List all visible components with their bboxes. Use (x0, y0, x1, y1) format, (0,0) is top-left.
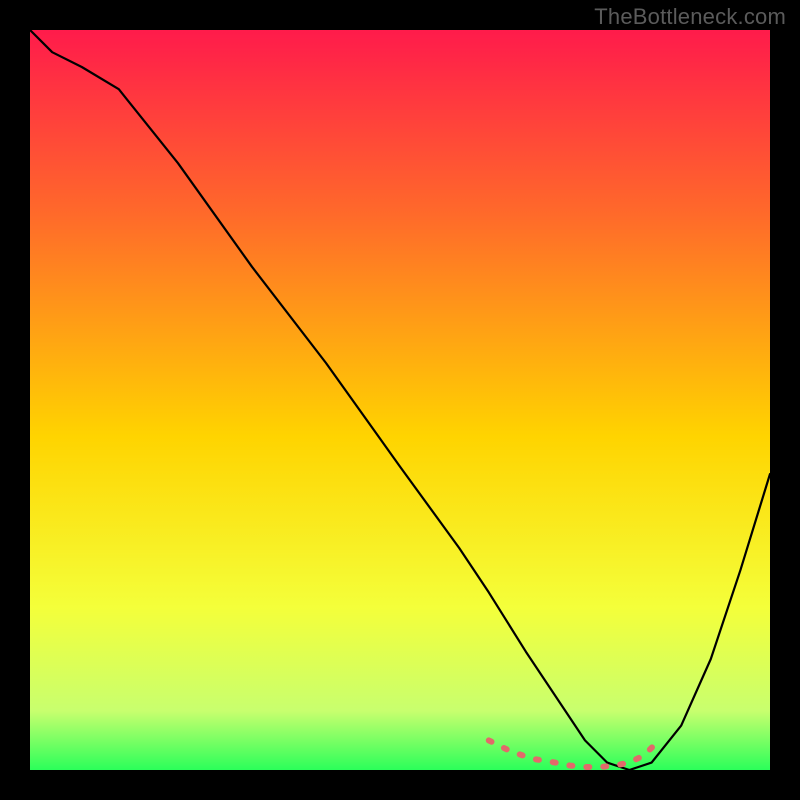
gradient-background (30, 30, 770, 770)
plot-area (30, 30, 770, 770)
bottleneck-chart (30, 30, 770, 770)
chart-frame: TheBottleneck.com (0, 0, 800, 800)
watermark-text: TheBottleneck.com (594, 4, 786, 30)
